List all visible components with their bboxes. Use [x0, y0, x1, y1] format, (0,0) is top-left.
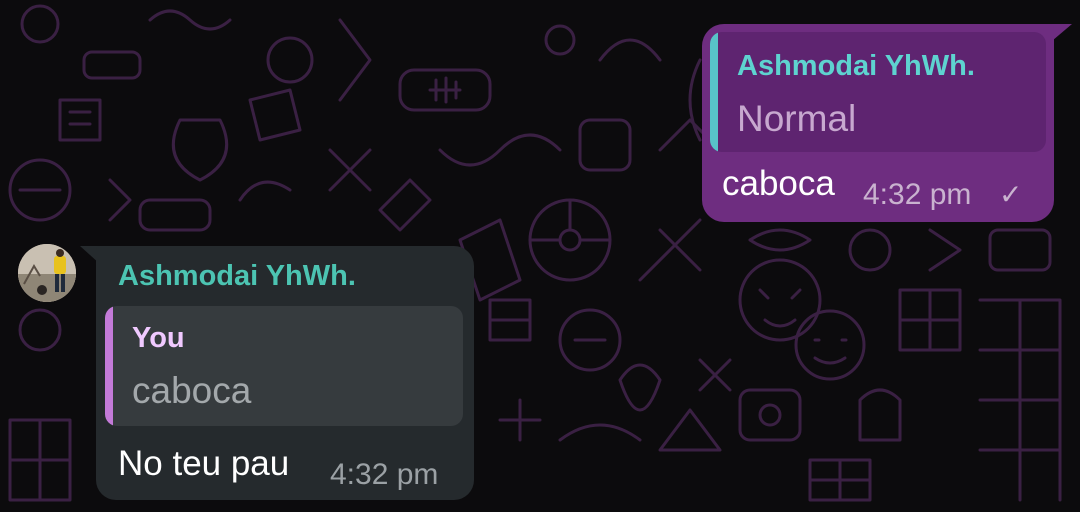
incoming-message-bubble[interactable]: Ashmodai YhWh. You caboca No teu pau 4:3…: [96, 246, 474, 500]
reply-quote[interactable]: You caboca: [105, 306, 463, 426]
reply-quote-text: Normal: [737, 98, 857, 139]
message-time: 4:32 pm: [863, 178, 972, 211]
reply-quote-text: caboca: [132, 370, 252, 411]
reply-quote-bar: [105, 306, 113, 426]
avatar[interactable]: [18, 244, 76, 302]
message-text: caboca: [722, 164, 835, 203]
reply-quote-author: Ashmodai YhWh.: [737, 50, 975, 82]
outgoing-message-bubble[interactable]: Ashmodai YhWh. Normal caboca 4:32 pm ✓: [702, 24, 1054, 222]
reply-quote[interactable]: Ashmodai YhWh. Normal: [710, 32, 1046, 152]
message-time: 4:32 pm: [330, 458, 439, 491]
sender-name[interactable]: Ashmodai YhWh.: [118, 260, 356, 293]
reply-quote-author: You: [132, 322, 185, 354]
reply-quote-bar: [710, 32, 718, 152]
single-check-icon: ✓: [999, 179, 1023, 210]
avatar-photo-icon: [18, 244, 76, 302]
message-text: No teu pau: [118, 444, 290, 483]
